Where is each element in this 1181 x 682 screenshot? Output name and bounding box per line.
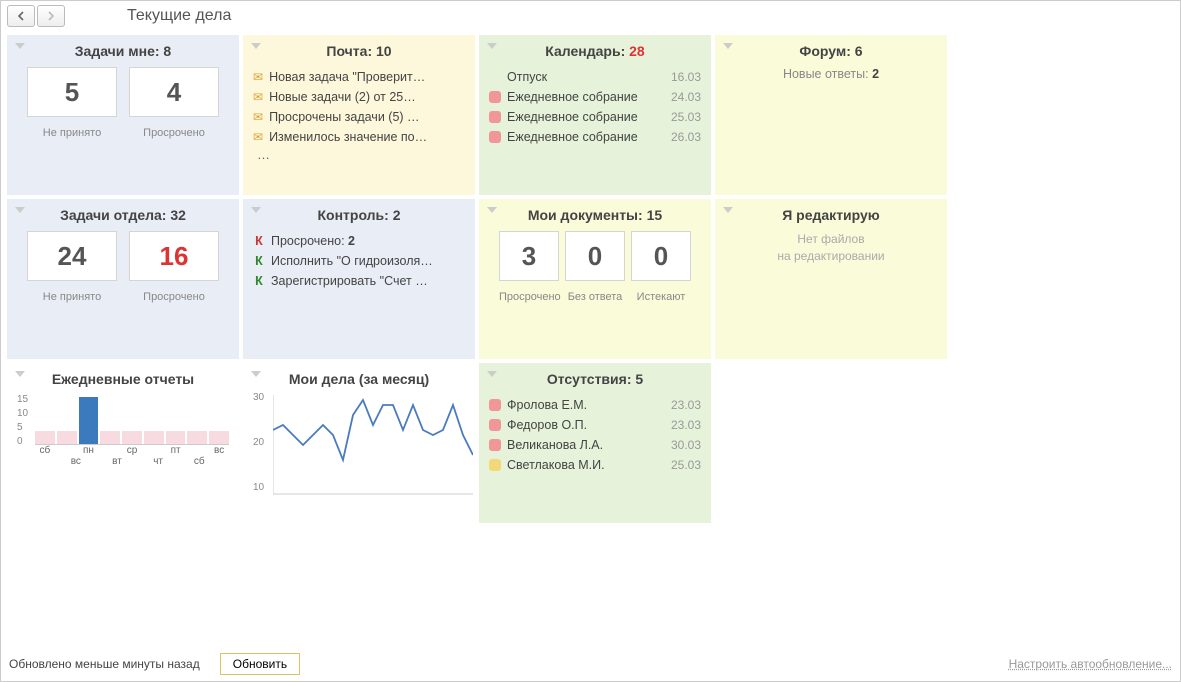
collapse-icon[interactable] (487, 371, 497, 377)
my-docs-no-answer-count[interactable]: 0 (565, 231, 625, 281)
card-title: Мои документы: 15 (489, 207, 701, 223)
collapse-icon[interactable] (251, 207, 261, 213)
page-title: Текущие дела (127, 7, 231, 25)
absence-item[interactable]: Фролова Е.М.23.03 (489, 395, 701, 415)
k-mark-icon: К (253, 234, 265, 248)
card-calendar[interactable]: Календарь: 28 Отпуск16.03 Ежедневное соб… (479, 35, 711, 195)
card-title: Задачи мне: 8 (17, 43, 229, 59)
collapse-icon[interactable] (15, 43, 25, 49)
card-title: Отсутствия: 5 (489, 371, 701, 387)
card-daily-reports[interactable]: Ежедневные отчеты 15 10 5 0 сбпнсрптвс в… (7, 363, 239, 523)
dept-tasks-overdue-count[interactable]: 16 (129, 231, 219, 281)
dot-icon (489, 459, 501, 471)
label-overdue: Просрочено (129, 291, 219, 303)
editing-empty-note: Нет файлов на редактировании (725, 231, 937, 265)
my-tasks-overdue-count[interactable]: 4 (129, 67, 219, 117)
card-my-docs[interactable]: Мои документы: 15 3 0 0 Просрочено Без о… (479, 199, 711, 359)
absence-item[interactable]: Светлакова М.И.25.03 (489, 455, 701, 475)
my-docs-expiring-count[interactable]: 0 (631, 231, 691, 281)
collapse-icon[interactable] (723, 43, 733, 49)
envelope-icon: ✉ (253, 70, 263, 84)
label-expiring: Истекают (631, 291, 691, 303)
card-title: Контроль: 2 (253, 207, 465, 223)
label-overdue: Просрочено (499, 291, 559, 303)
card-title: Ежедневные отчеты (17, 371, 229, 387)
auto-refresh-settings-link[interactable]: Настроить автообновление... (1009, 657, 1172, 671)
collapse-icon[interactable] (487, 207, 497, 213)
dot-icon (489, 439, 501, 451)
calendar-item[interactable]: Ежедневное собрание26.03 (489, 127, 701, 147)
label-not-accepted: Не принято (27, 127, 117, 139)
card-my-matters[interactable]: Мои дела (за месяц) 30 20 10 (243, 363, 475, 523)
card-title: Мои дела (за месяц) (253, 371, 465, 387)
mail-item[interactable]: ✉Новые задачи (2) от 25… (253, 87, 465, 107)
collapse-icon[interactable] (487, 43, 497, 49)
calendar-item[interactable]: Ежедневное собрание24.03 (489, 87, 701, 107)
card-editing[interactable]: Я редактирую Нет файлов на редактировани… (715, 199, 947, 359)
card-my-tasks[interactable]: Задачи мне: 8 5 4 Не принято Просрочено (7, 35, 239, 195)
dot-icon (489, 399, 501, 411)
control-item[interactable]: КИсполнить "О гидроизоля… (253, 251, 465, 271)
absence-item[interactable]: Великанова Л.А.30.03 (489, 435, 701, 455)
forward-button[interactable] (37, 5, 65, 27)
label-overdue: Просрочено (129, 127, 219, 139)
absence-item[interactable]: Федоров О.П.23.03 (489, 415, 701, 435)
label-not-accepted: Не принято (27, 291, 117, 303)
card-title: Форум: 6 (725, 43, 937, 59)
card-absence[interactable]: Отсутствия: 5 Фролова Е.М.23.03 Федоров … (479, 363, 711, 523)
my-matters-chart: 30 20 10 (253, 395, 465, 505)
mail-item[interactable]: ✉Новая задача "Проверит… (253, 67, 465, 87)
envelope-icon: ✉ (253, 110, 263, 124)
dot-icon (489, 419, 501, 431)
back-button[interactable] (7, 5, 35, 27)
status-text: Обновлено меньше минуты назад (9, 657, 200, 671)
calendar-item[interactable]: Отпуск16.03 (489, 67, 701, 87)
collapse-icon[interactable] (251, 371, 261, 377)
collapse-icon[interactable] (723, 207, 733, 213)
dot-icon (489, 91, 501, 103)
dot-icon (489, 131, 501, 143)
dot-icon (489, 111, 501, 123)
k-mark-icon: К (253, 274, 265, 288)
calendar-item[interactable]: Ежедневное собрание25.03 (489, 107, 701, 127)
forum-new-answers[interactable]: Новые ответы: 2 (725, 67, 937, 81)
card-dept-tasks[interactable]: Задачи отдела: 32 24 16 Не принято Проср… (7, 199, 239, 359)
daily-reports-chart: 15 10 5 0 сбпнсрптвс всвтчтсб (17, 395, 229, 485)
k-mark-icon: К (253, 254, 265, 268)
control-item[interactable]: КПросрочено: 2 (253, 231, 465, 251)
my-docs-overdue-count[interactable]: 3 (499, 231, 559, 281)
refresh-button[interactable]: Обновить (220, 653, 300, 675)
mail-more[interactable]: … (253, 147, 465, 162)
card-control[interactable]: Контроль: 2 КПросрочено: 2 КИсполнить "О… (243, 199, 475, 359)
footer: Обновлено меньше минуты назад Обновить Н… (1, 647, 1180, 681)
card-title: Календарь: 28 (489, 43, 701, 59)
envelope-icon: ✉ (253, 90, 263, 104)
label-no-answer: Без ответа (565, 291, 625, 303)
card-mail[interactable]: Почта: 10 ✉Новая задача "Проверит… ✉Новы… (243, 35, 475, 195)
envelope-icon: ✉ (253, 130, 263, 144)
my-tasks-not-accepted-count[interactable]: 5 (27, 67, 117, 117)
collapse-icon[interactable] (15, 207, 25, 213)
dept-tasks-not-accepted-count[interactable]: 24 (27, 231, 117, 281)
mail-item[interactable]: ✉Изменилось значение по… (253, 127, 465, 147)
card-title: Задачи отдела: 32 (17, 207, 229, 223)
mail-item[interactable]: ✉Просрочены задачи (5) … (253, 107, 465, 127)
card-title: Почта: 10 (253, 43, 465, 59)
collapse-icon[interactable] (251, 43, 261, 49)
card-title: Я редактирую (725, 207, 937, 223)
dashboard-grid: Задачи мне: 8 5 4 Не принято Просрочено … (1, 31, 1180, 527)
card-forum[interactable]: Форум: 6 Новые ответы: 2 (715, 35, 947, 195)
control-item[interactable]: КЗарегистрировать "Счет … (253, 271, 465, 291)
collapse-icon[interactable] (15, 371, 25, 377)
